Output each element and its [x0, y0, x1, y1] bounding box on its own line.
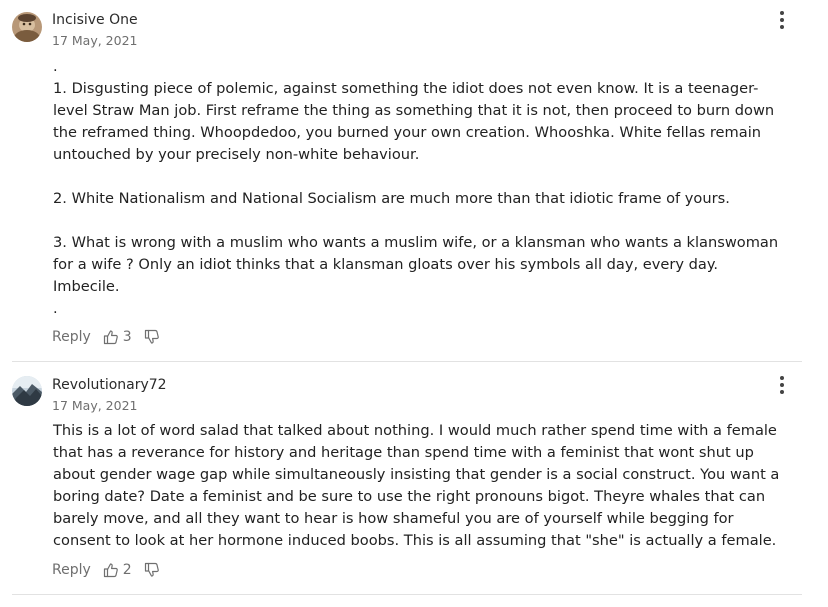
- comment-line: 1. Disgusting piece of polemic, against …: [53, 80, 759, 97]
- comment-line: [53, 166, 773, 188]
- comment-line: for a wife ? Only an idiot thinks that a…: [53, 256, 719, 273]
- comment-line: the reframed thing. Whoopdedoo, you burn…: [53, 124, 761, 141]
- comment-line: about gender wage gap while simultaneous…: [53, 466, 780, 483]
- avatar[interactable]: [12, 376, 42, 406]
- comment-actions: Reply 3: [52, 327, 160, 347]
- comment-body: . 1. Disgusting piece of polemic, agains…: [53, 56, 779, 320]
- comment-line: Imbecile.: [53, 278, 120, 295]
- comment-body: This is a lot of word salad that talked …: [53, 420, 780, 552]
- comment-line: boring date? Date a feminist and be sure…: [53, 488, 766, 505]
- author-name[interactable]: Incisive One: [52, 12, 138, 28]
- dislike-button[interactable]: [144, 329, 160, 345]
- comment-line: 3. What is wrong with a muslim who wants…: [53, 234, 779, 251]
- comment-line: barely move, and all they want to hear i…: [53, 510, 734, 527]
- comment-divider: [12, 361, 802, 362]
- author-name[interactable]: Revolutionary72: [52, 377, 167, 393]
- comment-line: [53, 210, 773, 232]
- comment-actions: Reply 2: [52, 560, 160, 580]
- comment-line: consent to look at her hormone induced b…: [53, 532, 777, 549]
- reply-button[interactable]: Reply: [52, 329, 91, 345]
- like-count: 2: [122, 562, 132, 578]
- comment-line: 2. White Nationalism and National Social…: [53, 190, 730, 207]
- comment-line: untouched by your precisely non-white be…: [53, 146, 420, 163]
- like-count: 3: [122, 329, 132, 345]
- thumbs-up-icon: [103, 330, 118, 345]
- comment-line: that has a reverance for history and her…: [53, 444, 754, 461]
- comment-divider: [12, 594, 802, 595]
- dislike-button[interactable]: [144, 562, 160, 578]
- comment-line: .: [53, 300, 58, 317]
- thumbs-down-icon: [144, 329, 159, 344]
- comment-line: level Straw Man job. First reframe the t…: [53, 102, 775, 119]
- more-options-icon[interactable]: [772, 375, 792, 395]
- comment-date: 17 May, 2021: [52, 398, 138, 413]
- more-options-icon[interactable]: [772, 10, 792, 30]
- comment-date: 17 May, 2021: [52, 33, 138, 48]
- like-button[interactable]: 3: [103, 329, 144, 345]
- comment-line: This is a lot of word salad that talked …: [53, 422, 777, 439]
- avatar[interactable]: [12, 12, 42, 42]
- thumbs-down-icon: [144, 562, 159, 577]
- comment-line: .: [53, 58, 58, 75]
- reply-button[interactable]: Reply: [52, 562, 91, 578]
- thumbs-up-icon: [103, 563, 118, 578]
- like-button[interactable]: 2: [103, 562, 144, 578]
